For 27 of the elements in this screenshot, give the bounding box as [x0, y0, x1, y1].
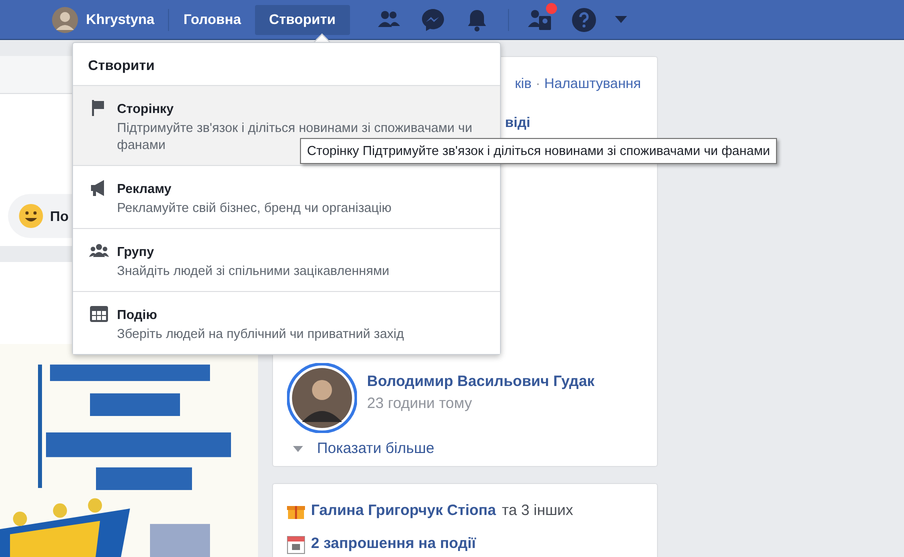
calendar-icon [287, 534, 305, 554]
profile-link[interactable]: Khrystyna [86, 9, 154, 30]
nav-link[interactable]: Головна [169, 4, 256, 34]
caret-icon [293, 446, 303, 452]
smiley-icon [18, 203, 44, 229]
nav-link[interactable]: Створити [255, 4, 350, 34]
avatar-icon [287, 363, 357, 433]
birthday-others: та 3 інших [502, 501, 574, 521]
composer-prompt[interactable]: По [50, 206, 69, 226]
settings-link[interactable]: Налаштування [544, 73, 641, 94]
messenger-icon[interactable] [420, 6, 446, 32]
menu-item[interactable]: Рекламу Рекламуйте свій бізнес, бренд чи організацію [73, 166, 500, 229]
tooltip: Сторінку Підтримуйте зв'язок і діліться новинами зі споживачами чи фанами [300, 138, 778, 164]
card-title[interactable]: віді [505, 112, 530, 133]
menu-item[interactable]: Групу Знайдіть людей зі спільними зацікавленнями [73, 229, 500, 292]
show-more-link[interactable]: Показати більше [317, 438, 434, 460]
header-text: ків [514, 74, 532, 93]
timestamp: 23 години тому [367, 394, 473, 414]
menu-item[interactable]: Подію Зберіть людей на публічний чи приватний захід [73, 292, 500, 354]
help-icon[interactable] [570, 6, 597, 32]
calendar-icon [89, 304, 109, 324]
person-name[interactable]: Володимир Васильович Гудак [367, 370, 595, 393]
dropdown-caret-icon[interactable] [614, 16, 627, 23]
dot-separator: · [536, 74, 540, 93]
avatar-icon[interactable] [52, 6, 78, 32]
birthday-names[interactable]: Галина Григорчук Стіопа [311, 500, 496, 522]
event-invites-link[interactable]: 2 запрошення на події [311, 532, 476, 555]
